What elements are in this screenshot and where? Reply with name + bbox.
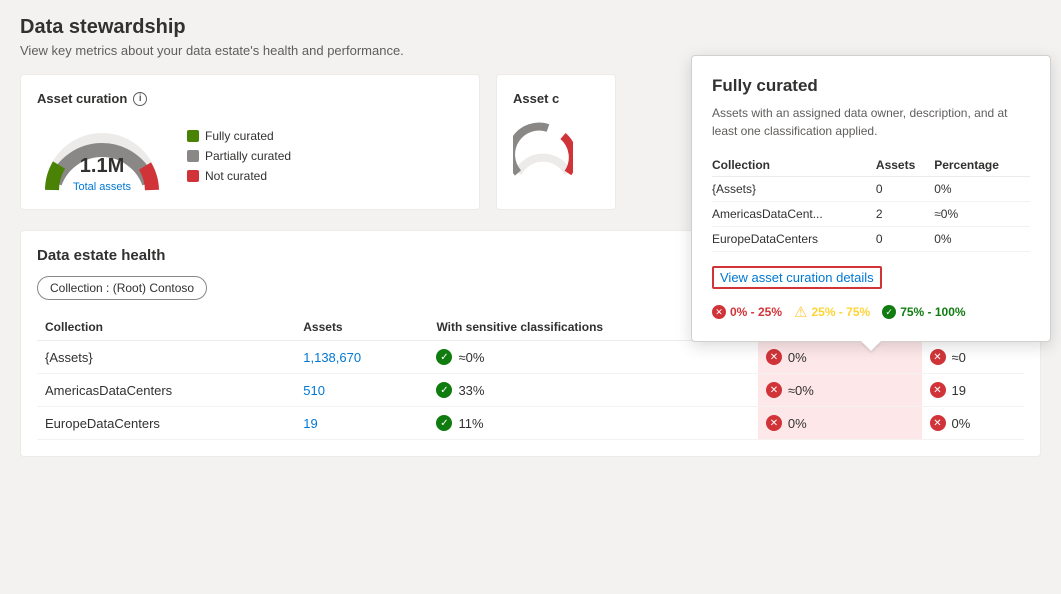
row2-sensitive: ✓ 33% [428, 374, 757, 407]
status-icon-green: ✓ [436, 349, 452, 365]
range-green-icon: ✓ [882, 305, 896, 319]
row3-sensitive: ✓ 11% [428, 407, 757, 440]
row3-assets: 19 [295, 407, 428, 440]
row1-assets: 1,138,670 [295, 341, 428, 374]
range-yellow-icon: ⚠ [794, 303, 807, 321]
legend-dot-red [187, 170, 199, 182]
card-title-asset-curation: Asset curation i [37, 91, 463, 106]
row2-fully-curated: ✕ ≈0% [758, 374, 922, 407]
tt-row1-assets: 0 [876, 177, 934, 202]
tt-row2-assets: 2 [876, 202, 934, 227]
view-asset-curation-link[interactable]: View asset curation details [712, 266, 882, 289]
asset-curation-card: Asset curation i 1.1 [20, 74, 480, 210]
page-header: Data stewardship View key metrics about … [20, 16, 1041, 58]
gauge-legend: Fully curated Partially curated Not cura… [187, 129, 291, 183]
tooltip-arrow [861, 341, 881, 351]
tooltip-row: AmericasDataCent... 2 ≈0% [712, 202, 1030, 227]
status-icon-red-owner: ✕ [930, 349, 946, 365]
tooltip-title: Fully curated [712, 76, 1030, 96]
gauge-chart: 1.1M Total assets [37, 118, 167, 193]
legend-fully-curated: Fully curated [187, 129, 291, 143]
range-red-icon: ✕ [712, 305, 726, 319]
tooltip-popup: Fully curated Assets with an assigned da… [691, 55, 1051, 342]
range-yellow: ⚠ 25% - 75% [794, 303, 870, 321]
legend-dot-green [187, 130, 199, 142]
gauge-center: 1.1M Total assets [73, 155, 131, 193]
col-header-collection: Collection [37, 314, 295, 341]
tooltip-col-collection: Collection [712, 154, 876, 177]
tooltip-row: EuropeDataCenters 0 0% [712, 227, 1030, 252]
gauge-container: 1.1M Total assets Fully curated Partiall… [37, 118, 463, 193]
status-icon-red-owner-2: ✕ [930, 382, 946, 398]
tt-row1-pct: 0% [934, 177, 1030, 202]
range-green: ✓ 75% - 100% [882, 305, 965, 319]
tt-row3-col: EuropeDataCenters [712, 227, 876, 252]
status-icon-red-owner-3: ✕ [930, 415, 946, 431]
row3-collection: EuropeDataCenters [37, 407, 295, 440]
page-title: Data stewardship [20, 16, 1041, 39]
row3-owner: ✕ 0% [922, 407, 1025, 440]
row1-collection: {Assets} [37, 341, 295, 374]
status-icon-red-2: ✕ [766, 382, 782, 398]
status-icon-green-3: ✓ [436, 415, 452, 431]
tooltip-col-percentage: Percentage [934, 154, 1030, 177]
tooltip-row: {Assets} 0 0% [712, 177, 1030, 202]
asset-card-partial: Asset c [496, 74, 616, 210]
main-content: Data stewardship View key metrics about … [0, 0, 1061, 473]
partial-card-title: Asset c [513, 91, 599, 106]
info-icon[interactable]: i [133, 92, 147, 106]
row3-fully-curated: ✕ 0% [758, 407, 922, 440]
tooltip-table: Collection Assets Percentage {Assets} 0 … [712, 154, 1030, 252]
row2-owner: ✕ 19 [922, 374, 1025, 407]
tt-row2-pct: ≈0% [934, 202, 1030, 227]
table-row: AmericasDataCenters 510 ✓ 33% ✕ ≈0% [37, 374, 1024, 407]
tt-row3-assets: 0 [876, 227, 934, 252]
range-red: ✕ 0% - 25% [712, 305, 782, 319]
status-icon-red: ✕ [766, 349, 782, 365]
row1-sensitive: ✓ ≈0% [428, 341, 757, 374]
status-icon-red-3: ✕ [766, 415, 782, 431]
legend-dot-gray [187, 150, 199, 162]
tt-row1-col: {Assets} [712, 177, 876, 202]
tooltip-col-assets: Assets [876, 154, 934, 177]
tt-row2-col: AmericasDataCent... [712, 202, 876, 227]
legend-not-curated: Not curated [187, 169, 291, 183]
tt-row3-pct: 0% [934, 227, 1030, 252]
table-row: EuropeDataCenters 19 ✓ 11% ✕ 0% [37, 407, 1024, 440]
col-header-assets: Assets [295, 314, 428, 341]
row1-fully-curated: ✕ 0% [758, 341, 922, 374]
collection-filter[interactable]: Collection : (Root) Contoso [37, 276, 207, 300]
legend-partially-curated: Partially curated [187, 149, 291, 163]
range-legend-row: ✕ 0% - 25% ⚠ 25% - 75% ✓ 75% - 100% [712, 303, 1030, 321]
row2-collection: AmericasDataCenters [37, 374, 295, 407]
status-icon-green-2: ✓ [436, 382, 452, 398]
row2-assets: 510 [295, 374, 428, 407]
tooltip-description: Assets with an assigned data owner, desc… [712, 104, 1030, 140]
row1-owner: ✕ ≈0 [922, 341, 1025, 374]
